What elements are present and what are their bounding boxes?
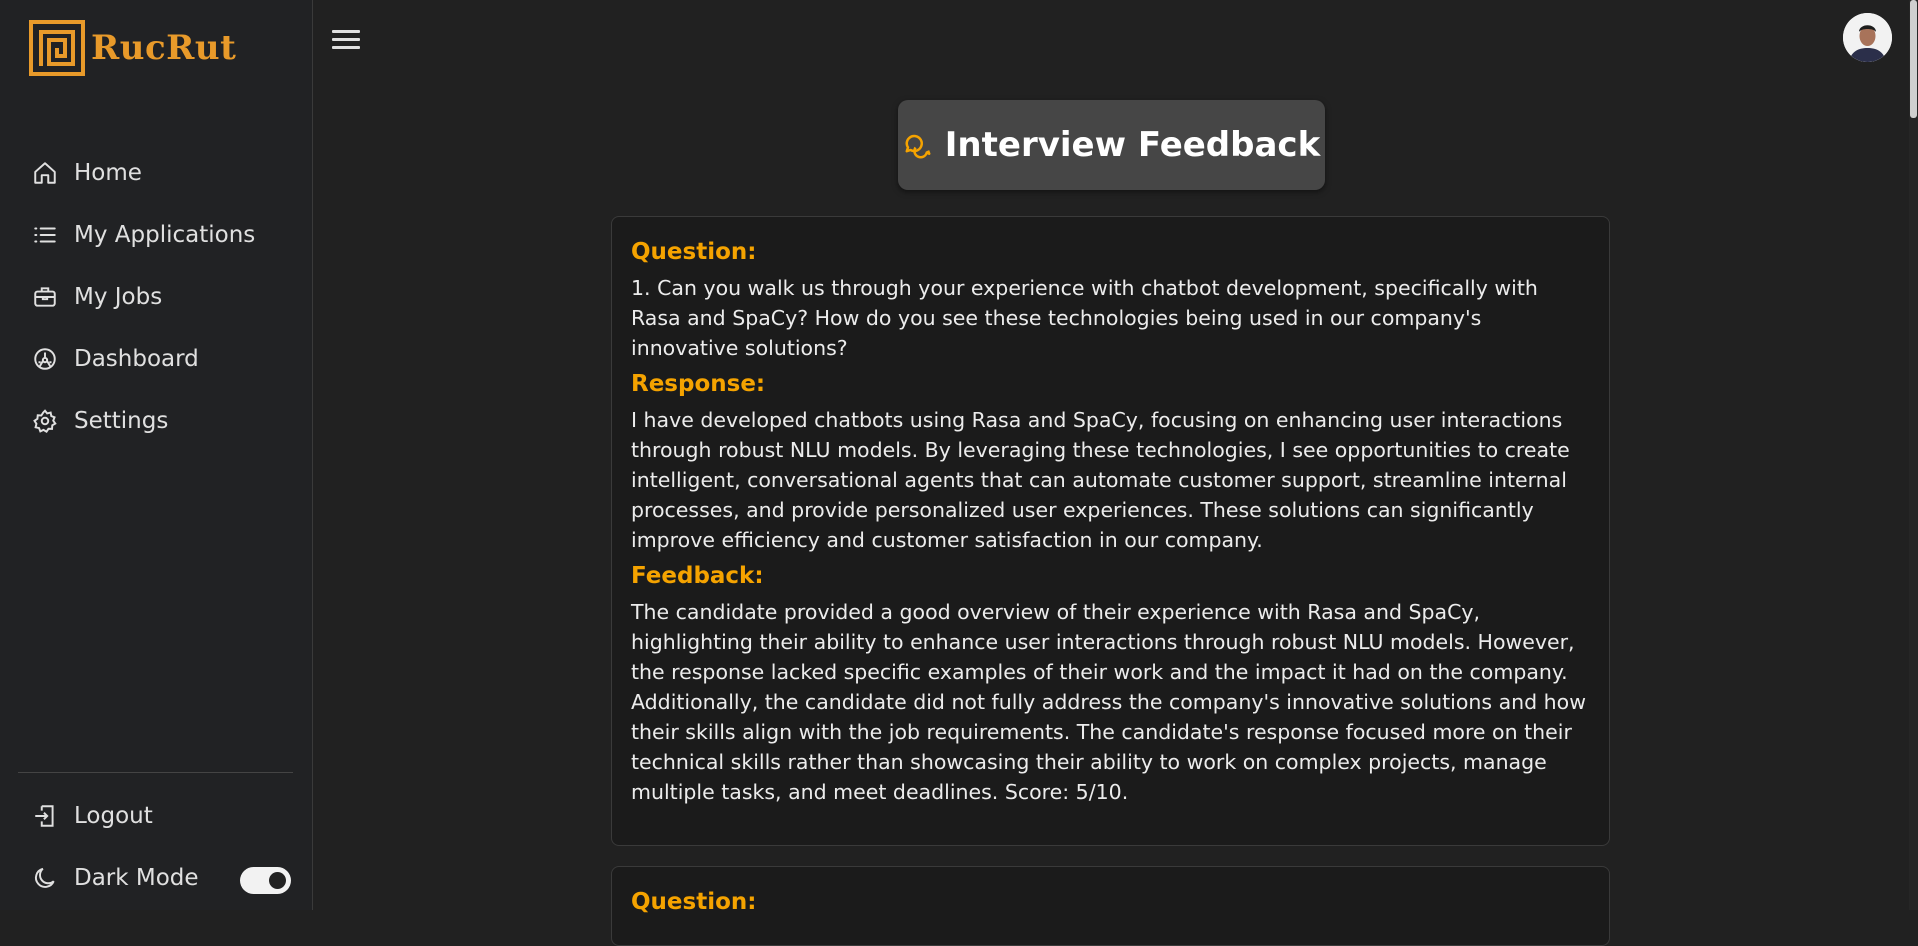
logout-label: Logout xyxy=(74,803,153,829)
logo-icon xyxy=(29,20,85,76)
briefcase-icon xyxy=(34,287,56,307)
brand-logo[interactable]: RucRut xyxy=(29,20,236,76)
sidebar-divider xyxy=(18,772,293,773)
dashboard-icon xyxy=(34,348,56,370)
chat-bubbles-icon xyxy=(905,134,931,159)
question-label: Question: xyxy=(631,889,757,915)
response-label: Response: xyxy=(631,371,766,397)
sidebar-item-settings[interactable]: Settings xyxy=(0,390,312,452)
question-label: Question: xyxy=(631,239,757,265)
sidebar-item-home[interactable]: Home xyxy=(0,142,312,204)
logout-button[interactable]: Logout xyxy=(32,803,153,829)
list-icon xyxy=(34,227,56,243)
sidebar-item-label: Settings xyxy=(74,408,169,434)
scrollbar[interactable] xyxy=(1909,0,1918,910)
feedback-text: The candidate provided a good overview o… xyxy=(631,600,1586,804)
scrollbar-thumb[interactable] xyxy=(1910,0,1917,118)
response-text: I have developed chatbots using Rasa and… xyxy=(631,408,1570,552)
feedback-card: Question: 1. Can you walk us through you… xyxy=(611,216,1610,846)
sidebar-item-label: My Applications xyxy=(74,222,256,248)
question-text: 1. Can you walk us through your experien… xyxy=(631,276,1538,360)
dark-mode-toggle[interactable] xyxy=(240,867,291,894)
toggle-knob xyxy=(269,872,286,889)
user-avatar[interactable] xyxy=(1843,13,1892,62)
avatar-icon xyxy=(1843,13,1892,62)
page-title: Interview Feedback xyxy=(944,125,1321,165)
feedback-card: Question: xyxy=(611,866,1610,946)
sidebar-item-dashboard[interactable]: Dashboard xyxy=(0,328,312,390)
sidebar-item-my-applications[interactable]: My Applications xyxy=(0,204,312,266)
sidebar-item-label: Dashboard xyxy=(74,346,199,372)
gear-icon xyxy=(33,409,57,434)
home-icon xyxy=(34,162,56,184)
dark-mode-label: Dark Mode xyxy=(74,865,199,891)
moon-icon xyxy=(34,867,55,888)
sidebar-item-label: My Jobs xyxy=(74,284,163,310)
logout-icon xyxy=(35,805,54,827)
feedback-label: Feedback: xyxy=(631,563,764,589)
page-title-box: Interview Feedback xyxy=(898,100,1325,190)
dark-mode-row: Dark Mode xyxy=(32,865,199,891)
brand-name: RucRut xyxy=(91,28,237,68)
hamburger-icon[interactable] xyxy=(332,30,360,52)
sidebar: RucRut Home My Applications My Jobs Dash… xyxy=(0,0,313,910)
sidebar-item-my-jobs[interactable]: My Jobs xyxy=(0,266,312,328)
sidebar-nav: Home My Applications My Jobs Dashboard S… xyxy=(0,142,312,452)
sidebar-item-label: Home xyxy=(74,160,142,186)
